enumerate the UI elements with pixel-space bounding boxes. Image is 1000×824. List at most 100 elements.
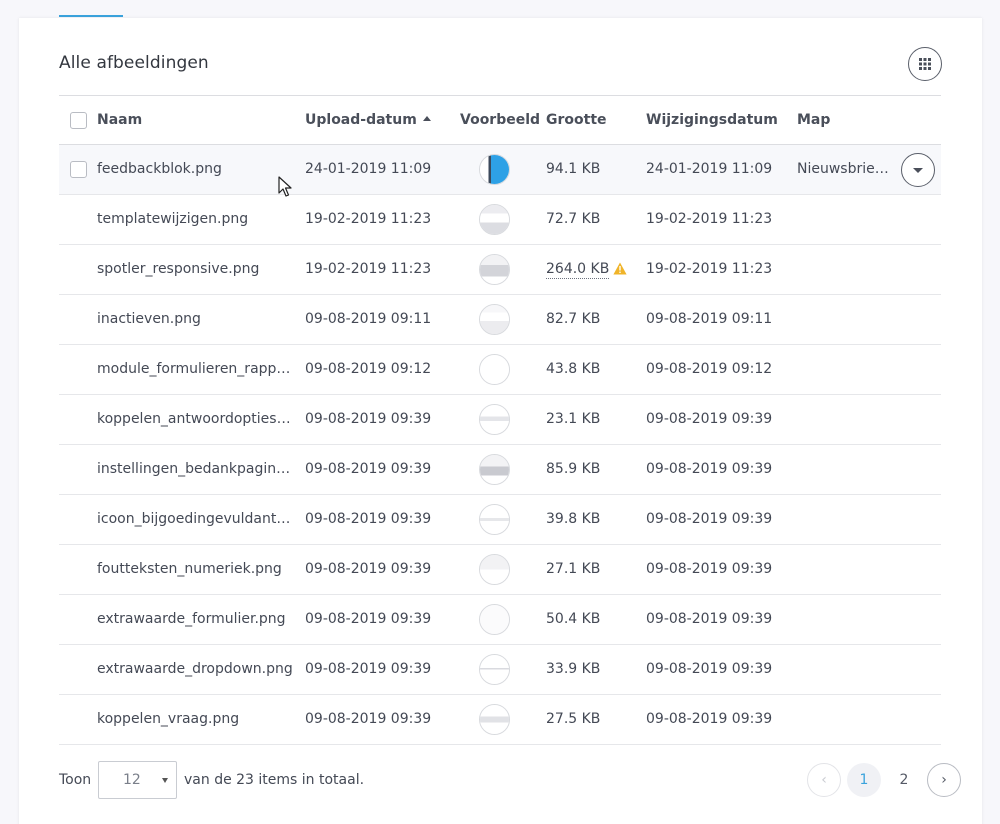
next-page-button[interactable]: › [927,763,961,797]
preview-thumbnail[interactable] [479,404,510,435]
modified-date: 09-08-2019 09:12 [646,361,773,377]
file-name[interactable]: koppelen_vraag.png [97,695,293,744]
modified-date: 09-08-2019 09:39 [646,661,773,677]
modified-date: 24-01-2019 11:09 [646,161,773,177]
table-row[interactable]: foutteksten_numeriek.png 09-08-2019 09:39… [59,545,941,595]
upload-date: 09-08-2019 09:11 [305,311,432,327]
column-header-name[interactable]: Naam [97,96,142,144]
upload-date: 24-01-2019 11:09 [305,161,432,177]
file-name[interactable]: extrawaarde_formulier.png [97,595,293,644]
table-row[interactable]: module_formulieren_rappo… 09-08-2019 09:1… [59,345,941,395]
file-size: 50.4 KB [546,611,601,627]
modified-date: 09-08-2019 09:11 [646,311,773,327]
preview-thumbnail[interactable] [479,704,510,735]
file-size: 27.1 KB [546,561,601,577]
page-button-1[interactable]: 1 [847,763,881,797]
grid-view-toggle-button[interactable] [908,47,942,81]
table-row[interactable]: extrawaarde_formulier.png 09-08-2019 09:3… [59,595,941,645]
file-name[interactable]: foutteksten_numeriek.png [97,545,293,594]
page-size-select[interactable]: 12 [98,761,177,799]
column-header-folder[interactable]: Map [797,96,830,144]
folder-name [797,645,889,694]
grid-icon [919,58,931,70]
table-row[interactable]: koppelen_antwoordopties.p… 09-08-2019 09:… [59,395,941,445]
column-header-modified[interactable]: Wijzigingsdatum [646,96,778,144]
row-actions-button[interactable] [901,153,935,187]
file-name[interactable]: extrawaarde_dropdown.png [97,645,293,694]
table-row[interactable]: instellingen_bedankpagina.… 09-08-2019 09… [59,445,941,495]
modified-date: 09-08-2019 09:39 [646,461,773,477]
preview-thumbnail[interactable] [479,254,510,285]
select-all-checkbox[interactable] [70,112,87,129]
modified-date: 09-08-2019 09:39 [646,561,773,577]
upload-date: 19-02-2019 11:23 [305,211,432,227]
upload-date: 09-08-2019 09:39 [305,661,432,677]
file-size: 23.1 KB [546,411,601,427]
preview-thumbnail[interactable] [479,304,510,335]
file-name[interactable]: instellingen_bedankpagina.… [97,445,293,494]
preview-thumbnail[interactable] [479,154,510,185]
chevron-right-icon: › [941,772,947,788]
table-row[interactable]: inactieven.png 09-08-2019 09:11 82.7 KB 09-… [59,295,941,345]
warning-icon [613,262,627,275]
file-name[interactable]: icoon_bijgoedingevuldantw… [97,495,293,544]
previous-page-button[interactable]: ‹ [807,763,841,797]
file-name[interactable]: koppelen_antwoordopties.p… [97,395,293,444]
modified-date: 09-08-2019 09:39 [646,411,773,427]
preview-thumbnail[interactable] [479,454,510,485]
sort-ascending-icon [422,116,431,121]
folder-name [797,445,889,494]
table-header: Naam Upload-datum Voorbeeld Grootte Wijz… [59,95,941,145]
preview-thumbnail[interactable] [479,654,510,685]
modified-date: 19-02-2019 11:23 [646,261,773,277]
column-header-upload-date[interactable]: Upload-datum [305,96,431,144]
preview-thumbnail[interactable] [479,554,510,585]
mouse-cursor-icon [278,176,292,197]
upload-date: 09-08-2019 09:39 [305,611,432,627]
folder-name [797,595,889,644]
file-size[interactable]: 264.0 KB [546,260,610,279]
folder-name [797,245,889,294]
show-label: Toon [59,772,92,788]
file-size: 72.7 KB [546,211,601,227]
upload-date: 19-02-2019 11:23 [305,261,432,277]
folder-name [797,695,889,744]
modified-date: 09-08-2019 09:39 [646,511,773,527]
chevron-left-icon: ‹ [821,772,827,788]
active-tab-indicator [59,15,123,17]
folder-name [797,345,889,394]
file-name[interactable]: spotler_responsive.png [97,245,293,294]
upload-date: 09-08-2019 09:12 [305,361,432,377]
folder-name: Nieuwsbrief… [797,161,889,177]
file-name[interactable]: feedbackblok.png [97,145,293,194]
upload-date: 09-08-2019 09:39 [305,561,432,577]
modified-date: 19-02-2019 11:23 [646,211,773,227]
table-row[interactable]: feedbackblok.png 24-01-2019 11:09 94.1 KB 2… [59,145,941,195]
preview-thumbnail[interactable] [479,504,510,535]
column-header-preview: Voorbeeld [460,112,541,128]
preview-thumbnail[interactable] [479,354,510,385]
upload-date: 09-08-2019 09:39 [305,511,432,527]
table-row[interactable]: templatewijzigen.png 19-02-2019 11:23 72.7… [59,195,941,245]
table-row[interactable]: icoon_bijgoedingevuldantw… 09-08-2019 09:… [59,495,941,545]
table-row[interactable]: koppelen_vraag.png 09-08-2019 09:39 27.5 K… [59,695,941,745]
row-checkbox[interactable] [70,161,87,178]
file-name[interactable]: inactieven.png [97,295,293,344]
upload-date: 09-08-2019 09:39 [305,711,432,727]
file-size: 94.1 KB [546,161,601,177]
preview-thumbnail[interactable] [479,604,510,635]
page-button-2[interactable]: 2 [887,763,921,797]
table-row[interactable]: extrawaarde_dropdown.png 09-08-2019 09:39… [59,645,941,695]
folder-name [797,195,889,244]
folder-name [797,295,889,344]
file-size: 27.5 KB [546,711,601,727]
column-header-size[interactable]: Grootte [546,96,607,144]
file-size: 43.8 KB [546,361,601,377]
preview-thumbnail[interactable] [479,204,510,235]
file-name[interactable]: templatewijzigen.png [97,195,293,244]
table-body: feedbackblok.png 24-01-2019 11:09 94.1 KB 2… [59,145,941,745]
table-row[interactable]: spotler_responsive.png 19-02-2019 11:23 26… [59,245,941,295]
upload-date: 09-08-2019 09:39 [305,411,432,427]
file-name[interactable]: module_formulieren_rappo… [97,345,293,394]
folder-name [797,495,889,544]
